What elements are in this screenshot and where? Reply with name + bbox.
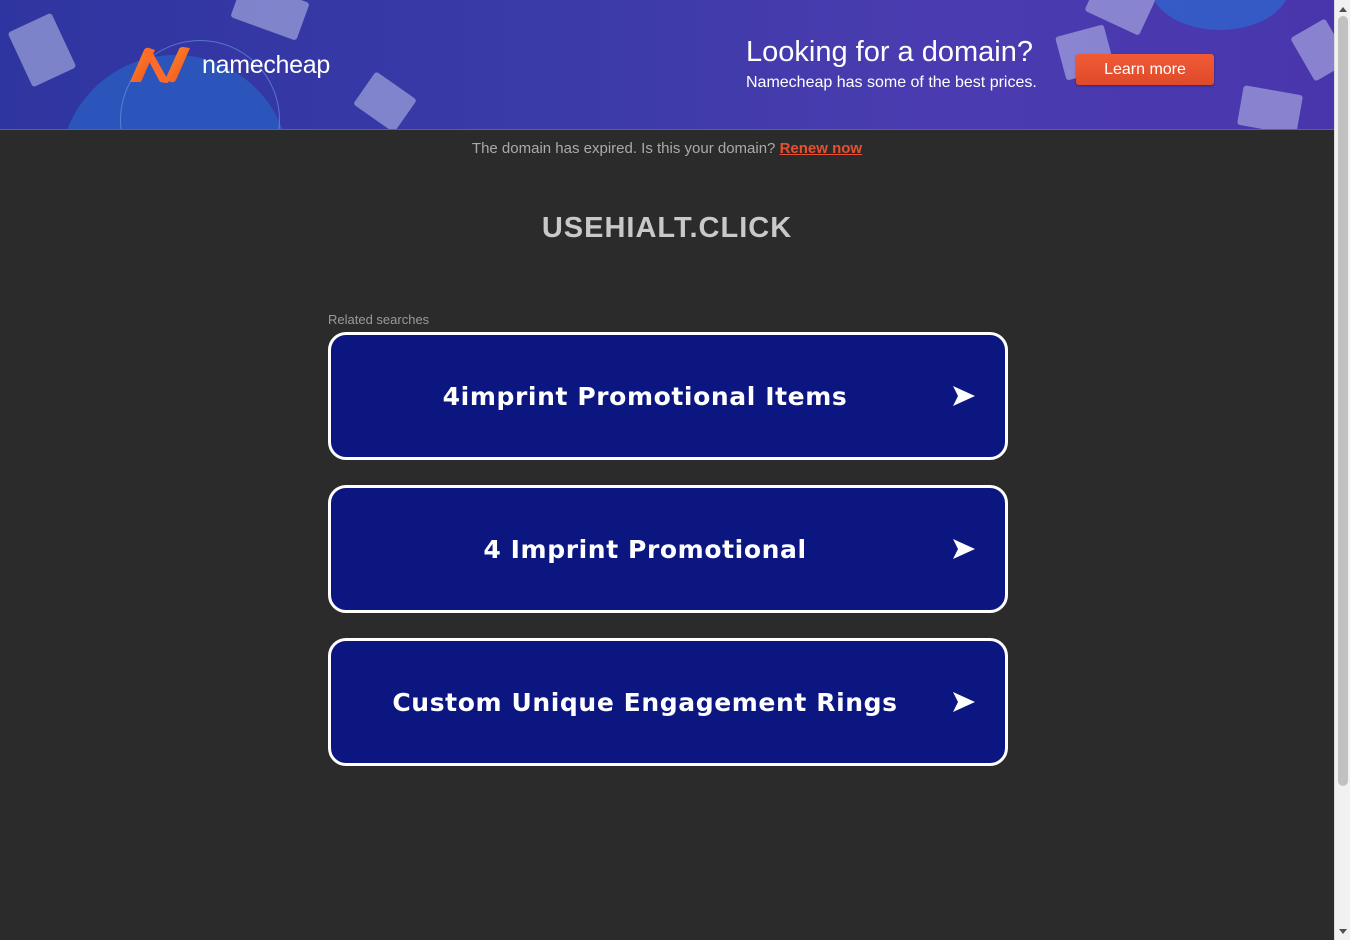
- scroll-up-icon[interactable]: [1335, 2, 1350, 16]
- promo-subtitle: Namecheap has some of the best prices.: [746, 74, 1037, 91]
- expired-notice-text: The domain has expired. Is this your dom…: [471, 140, 780, 157]
- vertical-scrollbar[interactable]: [1334, 0, 1350, 940]
- banner-decoration: [1150, 0, 1290, 30]
- scroll-down-icon[interactable]: [1335, 924, 1350, 938]
- arrow-right-icon: [953, 386, 975, 406]
- arrow-right-icon: [953, 692, 975, 712]
- banner-decoration: [1236, 85, 1304, 129]
- related-search-item[interactable]: 4imprint Promotional Items: [328, 332, 1008, 460]
- domain-title: USEHIALT.CLICK: [541, 212, 793, 244]
- related-search-item[interactable]: Custom Unique Engagement Rings: [328, 638, 1008, 766]
- banner-decoration: [7, 12, 77, 88]
- scrollbar-thumb[interactable]: [1338, 16, 1348, 786]
- page: namecheap Looking for a domain? Namechea…: [0, 0, 1334, 940]
- renew-now-link[interactable]: Renew now: [780, 140, 863, 157]
- related-search-label: Custom Unique Engagement Rings: [392, 687, 898, 717]
- namecheap-logo-icon: [130, 47, 190, 83]
- banner-decoration: [230, 0, 310, 41]
- namecheap-logo[interactable]: namecheap: [128, 46, 330, 84]
- namecheap-banner[interactable]: namecheap Looking for a domain? Namechea…: [0, 0, 1334, 130]
- learn-more-button[interactable]: Learn more: [1076, 54, 1214, 85]
- related-search-label: 4 Imprint Promotional: [483, 534, 807, 564]
- related-search-item[interactable]: 4 Imprint Promotional: [328, 485, 1008, 613]
- promo-text: Looking for a domain? Namecheap has some…: [746, 35, 1037, 94]
- expired-notice: The domain has expired. Is this your dom…: [0, 140, 1334, 157]
- related-searches-label: Related searches: [328, 312, 430, 327]
- arrow-right-icon: [953, 539, 975, 559]
- brand-name: namecheap: [202, 50, 330, 79]
- related-search-label: 4imprint Promotional Items: [442, 381, 848, 411]
- banner-decoration: [353, 71, 417, 129]
- promo-title: Looking for a domain?: [746, 36, 1033, 68]
- banner-decoration: [1290, 18, 1334, 82]
